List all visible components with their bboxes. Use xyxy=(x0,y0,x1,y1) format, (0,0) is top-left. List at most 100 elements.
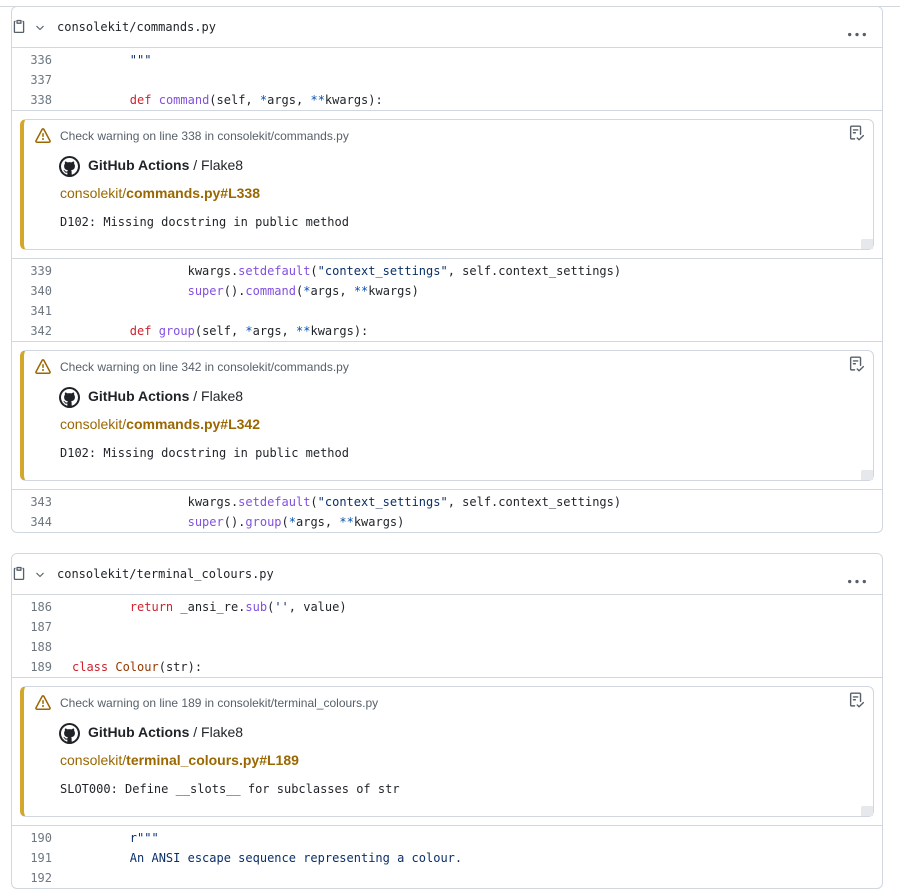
collapse-toggle[interactable] xyxy=(34,568,46,580)
kebab-horizontal-icon[interactable] xyxy=(848,579,866,584)
code-token: ** xyxy=(296,324,311,338)
code-token: An ANSI escape sequence representing a c… xyxy=(129,851,463,865)
collapse-toggle[interactable] xyxy=(34,21,46,33)
code-content: def command(self, *args, **kwargs): xyxy=(72,93,383,107)
annotation-file-link[interactable]: consolekit/commands.py#L342 xyxy=(60,416,260,432)
code-block: 186 return _ansi_re.sub('', value) 187 188… xyxy=(12,595,882,677)
code-token: command xyxy=(245,284,296,298)
code-line: 336 """ xyxy=(12,50,882,70)
code-token: ** xyxy=(353,284,369,298)
code-line: 188 xyxy=(12,637,882,657)
source-separator: / xyxy=(189,388,202,404)
view-check-run-button[interactable] xyxy=(849,125,865,143)
resize-handle[interactable] xyxy=(861,239,873,249)
code-line: 338 def command(self, *args, **kwargs): xyxy=(12,90,882,110)
code-token: * xyxy=(245,324,253,338)
line-number[interactable]: 343 xyxy=(12,495,52,509)
annotation-title: Check warning on line 338 in consolekit/… xyxy=(60,129,349,143)
view-check-run-button[interactable] xyxy=(849,356,865,374)
warning-indicator xyxy=(35,359,51,375)
code-token: args, xyxy=(267,93,311,107)
code-content: super().command(*args, **kwargs) xyxy=(72,284,419,298)
code-token: ** xyxy=(339,515,354,529)
line-number[interactable]: 341 xyxy=(12,304,52,318)
check-name: Flake8 xyxy=(201,157,244,173)
kebab-horizontal-icon[interactable] xyxy=(848,32,866,37)
link-file[interactable]: terminal_colours.py#L189 xyxy=(126,752,299,768)
annotation-source: GitHub Actions / Flake8 xyxy=(88,388,243,404)
link-directory[interactable]: consolekit/ xyxy=(60,752,126,768)
link-directory[interactable]: consolekit/ xyxy=(60,185,126,201)
chevron-down-icon[interactable] xyxy=(34,569,46,581)
link-file[interactable]: commands.py#L338 xyxy=(126,185,260,201)
code-content: """ xyxy=(72,53,152,67)
code-token: super xyxy=(187,515,224,529)
github-avatar xyxy=(59,387,80,408)
line-number[interactable]: 336 xyxy=(12,53,52,67)
line-number[interactable]: 190 xyxy=(12,831,52,845)
code-line: 190 r""" xyxy=(12,828,882,848)
code-token: "context_settings" xyxy=(317,495,448,509)
line-number[interactable]: 191 xyxy=(12,851,52,865)
code-token: args, xyxy=(310,284,354,298)
code-token: args, xyxy=(296,515,340,529)
code-token: (self, xyxy=(194,324,246,338)
code-token: Colour xyxy=(115,660,159,674)
code-content: r""" xyxy=(72,831,159,845)
annotation-file-link[interactable]: consolekit/terminal_colours.py#L189 xyxy=(60,752,299,768)
code-token: def xyxy=(129,93,152,107)
copy-icon[interactable] xyxy=(12,18,26,34)
resize-handle[interactable] xyxy=(861,806,873,816)
resize-handle[interactable] xyxy=(861,470,873,480)
copy-path-button[interactable] xyxy=(12,565,26,581)
checklist-icon[interactable] xyxy=(849,356,865,372)
app-name[interactable]: GitHub Actions xyxy=(88,724,189,740)
file-name[interactable]: consolekit/terminal_colours.py xyxy=(57,567,274,581)
code-token: kwargs) xyxy=(353,515,405,529)
annotation-source: GitHub Actions / Flake8 xyxy=(88,724,243,740)
line-number[interactable]: 340 xyxy=(12,284,52,298)
file-name[interactable]: consolekit/commands.py xyxy=(57,20,216,34)
chevron-down-icon[interactable] xyxy=(34,22,46,34)
line-number[interactable]: 337 xyxy=(12,73,52,87)
link-directory[interactable]: consolekit/ xyxy=(60,416,126,432)
line-number[interactable]: 189 xyxy=(12,660,52,674)
code-token: , self.context_settings) xyxy=(447,495,622,509)
annotation-message: SLOT000: Define __slots__ for subclasses… xyxy=(60,782,400,796)
annotation-file-link[interactable]: consolekit/commands.py#L338 xyxy=(60,185,260,201)
code-token: kwargs. xyxy=(72,264,239,278)
code-line: 341 xyxy=(12,301,882,321)
file-options-button[interactable] xyxy=(848,571,866,584)
copy-path-button[interactable] xyxy=(12,18,26,34)
line-number[interactable]: 188 xyxy=(12,640,52,654)
code-token: kwargs) xyxy=(368,284,419,298)
line-number[interactable]: 186 xyxy=(12,600,52,614)
link-file[interactable]: commands.py#L342 xyxy=(126,416,260,432)
line-number[interactable]: 338 xyxy=(12,93,52,107)
code-line: 191 An ANSI escape sequence representing… xyxy=(12,848,882,868)
line-number[interactable]: 344 xyxy=(12,515,52,529)
code-token: , value) xyxy=(288,600,347,614)
line-number[interactable]: 192 xyxy=(12,871,52,885)
code-line: 187 xyxy=(12,617,882,637)
file-header: consolekit/terminal_colours.py xyxy=(12,554,882,595)
view-check-run-button[interactable] xyxy=(849,692,865,710)
checklist-icon[interactable] xyxy=(849,125,865,141)
line-number[interactable]: 187 xyxy=(12,620,52,634)
file-options-button[interactable] xyxy=(848,24,866,37)
warning-indicator xyxy=(35,128,51,144)
source-separator: / xyxy=(189,157,202,173)
copy-icon[interactable] xyxy=(12,565,26,581)
code-token: group xyxy=(245,515,282,529)
line-number[interactable]: 342 xyxy=(12,324,52,338)
line-number[interactable]: 339 xyxy=(12,264,52,278)
code-token: (). xyxy=(223,515,246,529)
alert-icon xyxy=(35,128,51,143)
checklist-icon[interactable] xyxy=(849,692,865,708)
code-token: kwargs): xyxy=(324,93,383,107)
app-name[interactable]: GitHub Actions xyxy=(88,157,189,173)
code-token: (). xyxy=(223,284,246,298)
app-name[interactable]: GitHub Actions xyxy=(88,388,189,404)
